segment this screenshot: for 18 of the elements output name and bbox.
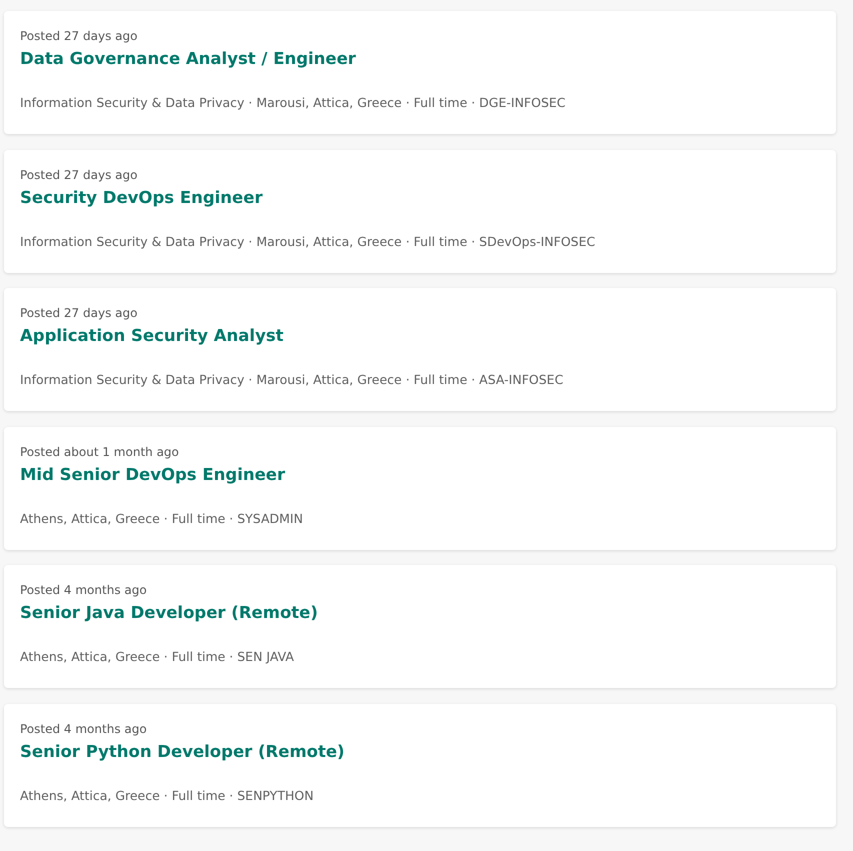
job-title-link[interactable]: Senior Java Developer (Remote): [20, 602, 318, 624]
job-details: Athens, Attica, Greece · Full time · SEN JAVA: [20, 648, 294, 666]
job-title-link[interactable]: Mid Senior DevOps Engineer: [20, 464, 286, 486]
job-details: Information Security & Data Privacy · Marousi, Attica, Greece · Full time · DGE-INFOSEC: [20, 94, 566, 112]
job-title-link[interactable]: Application Security Analyst: [20, 325, 284, 347]
job-title-link[interactable]: Senior Python Developer (Remote): [20, 740, 345, 762]
posted-date: Posted 27 days ago: [20, 305, 138, 321]
posted-date: Posted 27 days ago: [20, 28, 138, 44]
posted-date: Posted 4 months ago: [20, 582, 147, 598]
posted-date: Posted 27 days ago: [20, 166, 138, 182]
job-title-link[interactable]: Data Governance Analyst / Engineer: [20, 48, 356, 70]
posted-date: Posted about 1 month ago: [20, 444, 179, 460]
job-title-link[interactable]: Security DevOps Engineer: [20, 186, 263, 208]
job-details: Information Security & Data Privacy · Marousi, Attica, Greece · Full time · SDevOps-INFOSEC: [20, 232, 596, 250]
job-details: Information Security & Data Privacy · Marousi, Attica, Greece · Full time · ASA-INFOSEC: [20, 371, 564, 389]
job-details: Athens, Attica, Greece · Full time · SENPYTHON: [20, 786, 314, 804]
posted-date: Posted 4 months ago: [20, 720, 147, 736]
job-details: Athens, Attica, Greece · Full time · SYSADMIN: [20, 510, 303, 528]
